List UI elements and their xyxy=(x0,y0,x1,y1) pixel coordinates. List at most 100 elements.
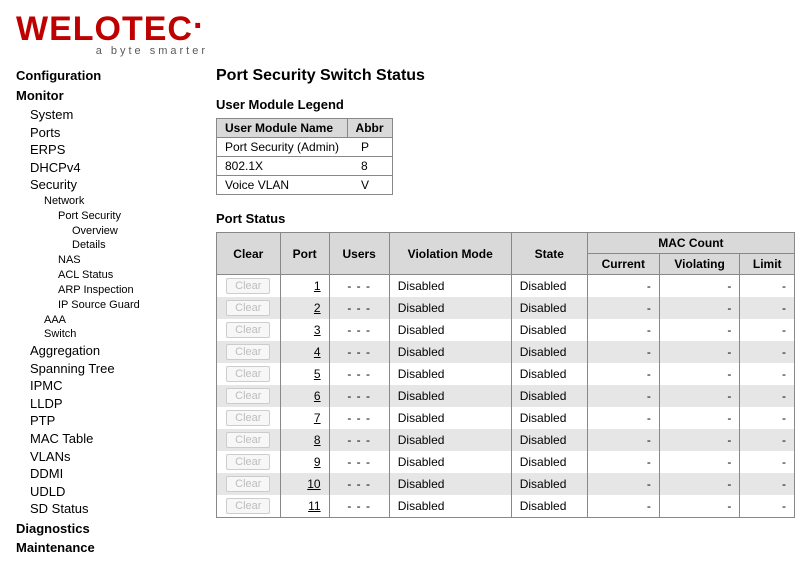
nav-item[interactable]: Overview xyxy=(16,224,192,239)
nav-item[interactable]: DHCPv4 xyxy=(16,159,192,177)
clear-button[interactable]: Clear xyxy=(226,432,270,448)
nav-item[interactable]: Ports xyxy=(16,124,192,142)
cell-violation-mode: Disabled xyxy=(389,341,511,363)
clear-button[interactable]: Clear xyxy=(226,454,270,470)
cell-current: - xyxy=(587,297,659,319)
cell-violation-mode: Disabled xyxy=(389,407,511,429)
cell-violation-mode: Disabled xyxy=(389,473,511,495)
cell-current: - xyxy=(587,451,659,473)
nav-item[interactable]: LLDP xyxy=(16,395,192,413)
port-link[interactable]: 5 xyxy=(314,367,321,381)
clear-button[interactable]: Clear xyxy=(226,322,270,338)
legend-col-abbr: Abbr xyxy=(347,119,392,138)
nav-item[interactable]: Aggregation xyxy=(16,342,192,360)
port-link[interactable]: 8 xyxy=(314,433,321,447)
table-row: Clear6- - -DisabledDisabled--- xyxy=(217,385,795,407)
port-link[interactable]: 6 xyxy=(314,389,321,403)
port-link[interactable]: 11 xyxy=(308,499,320,513)
nav-item[interactable]: Monitor xyxy=(16,87,192,105)
cell-violation-mode: Disabled xyxy=(389,429,511,451)
clear-button[interactable]: Clear xyxy=(226,300,270,316)
nav-item[interactable]: Port Security xyxy=(16,209,192,224)
clear-button[interactable]: Clear xyxy=(226,476,270,492)
cell-clear: Clear xyxy=(217,429,281,451)
col-port: Port xyxy=(280,233,329,275)
port-link[interactable]: 3 xyxy=(314,323,321,337)
cell-state: Disabled xyxy=(511,297,587,319)
nav-item[interactable]: VLANs xyxy=(16,448,192,466)
cell-violating: - xyxy=(659,297,740,319)
nav-item[interactable]: AAA xyxy=(16,313,192,328)
cell-port: 5 xyxy=(280,363,329,385)
nav-item[interactable]: Diagnostics xyxy=(16,520,192,538)
port-link[interactable]: 2 xyxy=(314,301,321,315)
port-link[interactable]: 9 xyxy=(314,455,321,469)
col-vmode: Violation Mode xyxy=(389,233,511,275)
cell-limit: - xyxy=(740,407,795,429)
cell-state: Disabled xyxy=(511,451,587,473)
cell-violating: - xyxy=(659,319,740,341)
cell-users: - - - xyxy=(329,363,389,385)
port-link[interactable]: 4 xyxy=(314,345,321,359)
cell-port: 9 xyxy=(280,451,329,473)
nav-item[interactable]: Configuration xyxy=(16,67,192,85)
cell-state: Disabled xyxy=(511,495,587,518)
clear-button[interactable]: Clear xyxy=(226,388,270,404)
cell-clear: Clear xyxy=(217,495,281,518)
cell-state: Disabled xyxy=(511,319,587,341)
port-link[interactable]: 10 xyxy=(307,477,320,491)
cell-clear: Clear xyxy=(217,363,281,385)
nav-item[interactable]: IPMC xyxy=(16,377,192,395)
cell-current: - xyxy=(587,385,659,407)
nav-item[interactable]: ARP Inspection xyxy=(16,283,192,298)
cell-limit: - xyxy=(740,363,795,385)
table-row: Clear11- - -DisabledDisabled--- xyxy=(217,495,795,518)
cell-state: Disabled xyxy=(511,363,587,385)
cell-violating: - xyxy=(659,407,740,429)
cell-users: - - - xyxy=(329,341,389,363)
clear-button[interactable]: Clear xyxy=(226,344,270,360)
table-row: Clear5- - -DisabledDisabled--- xyxy=(217,363,795,385)
nav-item[interactable]: PTP xyxy=(16,412,192,430)
nav-item[interactable]: Spanning Tree xyxy=(16,360,192,378)
nav-item[interactable]: Maintenance xyxy=(16,539,192,557)
nav-item[interactable]: ERPS xyxy=(16,141,192,159)
nav-item[interactable]: IP Source Guard xyxy=(16,298,192,313)
col-current: Current xyxy=(587,254,659,275)
legend-row: Port Security (Admin)P xyxy=(217,138,393,157)
col-clear: Clear xyxy=(217,233,281,275)
clear-button[interactable]: Clear xyxy=(226,366,270,382)
cell-violating: - xyxy=(659,341,740,363)
cell-state: Disabled xyxy=(511,429,587,451)
port-link[interactable]: 1 xyxy=(314,279,321,293)
legend-row: Voice VLANV xyxy=(217,176,393,195)
cell-violation-mode: Disabled xyxy=(389,319,511,341)
table-row: Clear9- - -DisabledDisabled--- xyxy=(217,451,795,473)
nav-item[interactable]: Details xyxy=(16,238,192,253)
table-row: Clear4- - -DisabledDisabled--- xyxy=(217,341,795,363)
cell-state: Disabled xyxy=(511,407,587,429)
port-link[interactable]: 7 xyxy=(314,411,321,425)
legend-row: 802.1X8 xyxy=(217,157,393,176)
nav-item[interactable]: Security xyxy=(16,176,192,194)
clear-button[interactable]: Clear xyxy=(226,278,270,294)
cell-users: - - - xyxy=(329,495,389,518)
nav-item[interactable]: MAC Table xyxy=(16,430,192,448)
nav-item[interactable]: ACL Status xyxy=(16,268,192,283)
nav-item[interactable]: NAS xyxy=(16,253,192,268)
nav-item[interactable]: Network xyxy=(16,194,192,209)
cell-current: - xyxy=(587,275,659,298)
nav-item[interactable]: Switch xyxy=(16,327,192,342)
clear-button[interactable]: Clear xyxy=(226,498,270,514)
clear-button[interactable]: Clear xyxy=(226,410,270,426)
cell-clear: Clear xyxy=(217,473,281,495)
nav-item[interactable]: DDMI xyxy=(16,465,192,483)
cell-users: - - - xyxy=(329,385,389,407)
cell-clear: Clear xyxy=(217,407,281,429)
nav-item[interactable]: SD Status xyxy=(16,500,192,518)
nav-item[interactable]: System xyxy=(16,106,192,124)
cell-violating: - xyxy=(659,429,740,451)
cell-users: - - - xyxy=(329,473,389,495)
cell-current: - xyxy=(587,473,659,495)
nav-item[interactable]: UDLD xyxy=(16,483,192,501)
